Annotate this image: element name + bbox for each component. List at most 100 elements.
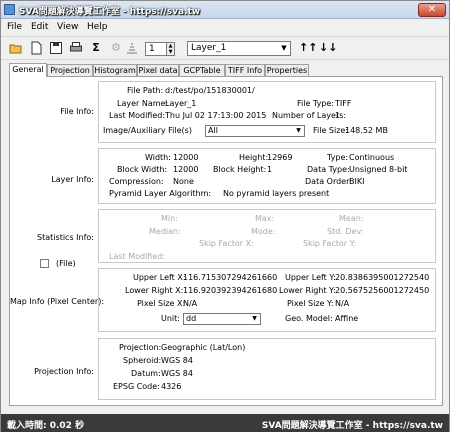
title-bar[interactable]: SVA問題解決導覽工作室 - https://sva.tw ✕: [1, 1, 449, 19]
chevron-down-icon: ▼: [281, 44, 287, 52]
file-checkbox-label: (File): [56, 259, 76, 268]
pixel-size-x-value: N/A: [183, 299, 198, 308]
sort-down-icon[interactable]: ↓↓: [319, 41, 337, 55]
compression-label: Compression:: [109, 177, 164, 186]
upper-left-y-label: Upper Left Y:: [285, 273, 336, 282]
layer-name-label: Layer Name:: [117, 99, 169, 108]
std-dev-label: Std. Dev:: [327, 227, 364, 236]
layer-name-value: Layer_1: [165, 99, 197, 108]
skip-factor-x-label: Skip Factor X:: [199, 239, 254, 248]
app-icon: [4, 4, 15, 15]
epsg-value: 4326: [161, 382, 182, 391]
sort-up-icon[interactable]: ↑↑: [299, 41, 317, 55]
upper-left-x-label: Upper Left X:: [133, 273, 186, 282]
unit-value: dd: [186, 314, 197, 323]
datum-label: Datum:: [131, 369, 161, 378]
projection-label: Projection:: [119, 343, 162, 352]
save-icon[interactable]: [49, 41, 63, 55]
mode-label: Mode:: [251, 227, 276, 236]
pixel-size-y-label: Pixel Size Y:: [287, 299, 334, 308]
layer-select-value: Layer_1: [191, 43, 227, 53]
file-path-label: File Path:: [127, 86, 164, 95]
file-info-group: File Path: d:/test/po/151830001/ Layer N…: [98, 81, 436, 143]
projection-value: Geographic (Lat/Lon): [161, 343, 246, 352]
sigma-icon[interactable]: Σ: [89, 41, 103, 55]
compression-value: None: [173, 177, 194, 186]
lower-right-x-label: Lower Right X:: [125, 286, 184, 295]
file-type-label: File Type:: [297, 99, 334, 108]
width-label: Width:: [145, 153, 171, 162]
layer-select[interactable]: Layer_1 ▼: [187, 41, 291, 56]
open-folder-icon[interactable]: [9, 41, 23, 55]
general-panel: File Info: File Path: d:/test/po/1518300…: [9, 76, 443, 406]
menu-file[interactable]: File: [7, 22, 22, 32]
menu-bar: File Edit View Help: [1, 20, 449, 35]
lower-right-x-value: 116.920392394261680: [183, 286, 278, 295]
chevron-down-icon: ▼: [252, 315, 257, 322]
load-time-text: 載入時間: 0.02 秒: [7, 421, 85, 431]
settings-icon[interactable]: ⚙: [109, 41, 123, 55]
aux-files-value: All: [208, 126, 218, 135]
upper-left-y-value: 20.8386395001272540: [335, 273, 430, 282]
watermark-text: SVA問題解決導覽工作室 - https://sva.tw: [261, 421, 443, 431]
data-order-label: Data Order:: [305, 177, 352, 186]
aux-files-select[interactable]: All ▼: [205, 125, 305, 137]
window-title: SVA問題解決導覽工作室 - https://sva.tw: [19, 7, 201, 17]
epsg-label: EPSG Code:: [113, 382, 160, 391]
file-size-value: 148.52 MB: [345, 126, 388, 135]
pyramid-label: Pyramid Layer Algorithm:: [109, 189, 212, 198]
block-width-label: Block Width:: [117, 165, 168, 174]
layer-number-input[interactable]: 1: [145, 42, 167, 56]
pyramid-icon[interactable]: [125, 41, 139, 55]
height-label: Height:: [239, 153, 269, 162]
data-type-value: Unsigned 8-bit: [349, 165, 408, 174]
tab-strip: General Projection Histogram Pixel data …: [9, 63, 449, 77]
new-file-icon[interactable]: [29, 41, 43, 55]
print-icon[interactable]: [69, 41, 83, 55]
median-label: Median:: [149, 227, 181, 236]
height-value: 12969: [267, 153, 293, 162]
toolbar: Σ ⚙ 1 ▲ ▼ Layer_1 ▼ ↑↑ ↓↓: [1, 36, 449, 60]
min-label: Min:: [161, 214, 178, 223]
file-info-label: File Info:: [60, 107, 94, 116]
file-type-value: TIFF: [335, 99, 352, 108]
menu-edit[interactable]: Edit: [31, 22, 48, 32]
file-size-label: File Size:: [313, 126, 349, 135]
stats-last-modified-label: Last Modified:: [109, 252, 166, 261]
last-modified-value: Thu Jul 02 17:13:00 2015: [165, 111, 267, 120]
datum-value: WGS 84: [161, 369, 193, 378]
last-modified-label: Last Modified:: [109, 111, 166, 120]
block-height-value: 1: [267, 165, 273, 174]
file-checkbox[interactable]: [40, 259, 49, 268]
projection-info-label: Projection Info:: [34, 367, 94, 376]
statistics-info-label: Statistics Info:: [37, 233, 94, 242]
pixel-size-y-value: N/A: [335, 299, 350, 308]
spheroid-label: Spheroid:: [123, 356, 162, 365]
mean-label: Mean:: [339, 214, 364, 223]
data-order-value: BIKI: [349, 177, 365, 186]
statistics-info-group: Min: Max: Mean: Median: Mode: Std. Dev: …: [98, 209, 436, 263]
num-layers-value: 1: [335, 111, 341, 120]
menu-help[interactable]: Help: [87, 22, 108, 32]
unit-select[interactable]: dd ▼: [183, 313, 261, 325]
upper-left-x-value: 116.715307294261660: [183, 273, 278, 282]
layer-number-stepper[interactable]: ▲ ▼: [167, 42, 175, 56]
layer-info-group: Width: 12000 Height: 12969 Type: Continu…: [98, 148, 436, 204]
image-info-window: SVA問題解決導覽工作室 - https://sva.tw ✕ File Edi…: [0, 0, 450, 432]
status-bar: 載入時間: 0.02 秒 SVA問題解決導覽工作室 - https://sva.…: [1, 414, 449, 432]
tab-general[interactable]: General: [9, 63, 47, 77]
geo-model-label: Geo. Model:: [285, 314, 333, 323]
geo-model-value: Affine: [335, 314, 359, 323]
skip-factor-y-label: Skip Factor Y:: [303, 239, 357, 248]
menu-view[interactable]: View: [57, 22, 78, 32]
close-button[interactable]: ✕: [418, 3, 446, 17]
spheroid-value: WGS 84: [161, 356, 193, 365]
aux-files-label: Image/Auxiliary File(s): [103, 126, 192, 135]
lower-right-y-value: 20.5675256001272450: [335, 286, 430, 295]
type-value: Continuous: [349, 153, 395, 162]
map-info-label: Map Info (Pixel Center):: [10, 297, 105, 306]
projection-info-group: Projection: Geographic (Lat/Lon) Spheroi…: [98, 338, 436, 400]
layer-info-label: Layer Info:: [51, 175, 94, 184]
pyramid-value: No pyramid layers present: [223, 189, 330, 198]
block-width-value: 12000: [173, 165, 199, 174]
